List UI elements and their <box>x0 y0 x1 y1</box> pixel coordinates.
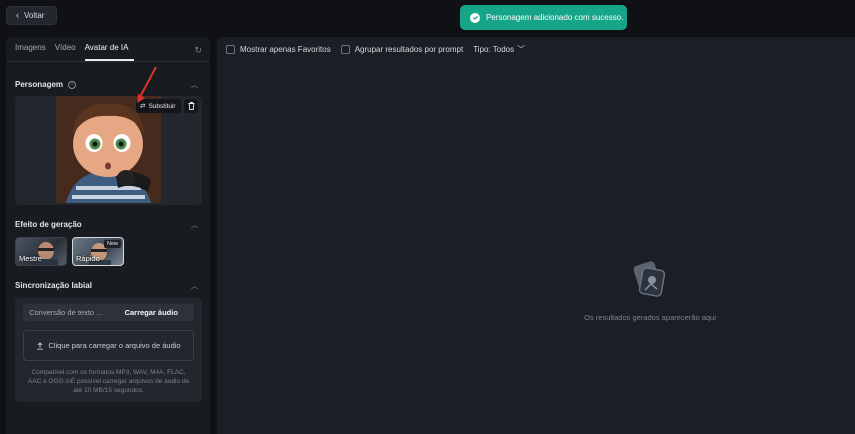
empty-results-icon <box>633 261 666 297</box>
tab-upload-audio[interactable]: Carregar áudio <box>109 304 195 321</box>
group-filter[interactable]: Agrupar resultados por prompt <box>340 45 464 54</box>
compat-text: Compatível com os formatos MP3, WAV, M4A… <box>27 369 190 394</box>
new-badge: New <box>103 240 121 248</box>
chevron-down-icon: ﹀ <box>517 45 526 54</box>
effect-title: Efeito de geração <box>15 220 82 229</box>
type-filter-dropdown[interactable]: Tipo: Todos ﹀ <box>473 44 525 55</box>
collapse-character-icon[interactable]: ︿ <box>191 80 198 90</box>
upload-label: Clique para carregar o arquivo de áudio <box>48 341 181 350</box>
character-section-title: Personagem i <box>15 80 77 89</box>
type-label: Tipo: Todos <box>473 45 515 54</box>
info-icon[interactable]: i <box>68 80 77 89</box>
trash-icon <box>188 102 194 110</box>
success-toast: Personagem adicionado com sucesso. <box>460 5 627 30</box>
lipsync-title: Sincronização labial <box>15 281 92 290</box>
character-preview: ⇄ Substituir <box>15 96 202 205</box>
reset-icon[interactable]: ↻ <box>194 45 202 56</box>
favorites-checkbox[interactable] <box>226 45 235 54</box>
toast-message: Personagem adicionado com sucesso. <box>486 13 624 22</box>
tab-video[interactable]: Vídeo <box>55 43 82 61</box>
back-button[interactable]: ‹ Voltar <box>6 6 57 25</box>
results-panel: Mostrar apenas Favoritos Agrupar resulta… <box>217 37 855 434</box>
lipsync-tabs: Conversão de texto ... Carregar áudio <box>23 304 194 321</box>
audio-upload-area[interactable]: Clique para carregar o arquivo de áudio <box>23 330 194 361</box>
delete-character-button[interactable] <box>184 99 198 113</box>
lipsync-section-title: Sincronização labial <box>15 281 92 290</box>
left-panel: Imagens Vídeo Avatar de IA ↻ Personagem … <box>6 37 210 434</box>
chevron-left-icon: ‹ <box>16 10 19 20</box>
favorites-filter[interactable]: Mostrar apenas Favoritos <box>226 45 331 54</box>
group-label: Agrupar resultados por prompt <box>354 45 464 54</box>
effect-master-label: Mestre <box>19 254 42 263</box>
effect-section-title: Efeito de geração <box>15 220 82 229</box>
collapse-effect-icon[interactable]: ︿ <box>191 220 198 230</box>
collapse-lipsync-icon[interactable]: ︿ <box>191 281 198 291</box>
empty-results-text: Os resultados gerados aparecerão aqui <box>584 313 716 322</box>
effect-options: Mestre New Rápido <box>15 237 124 266</box>
tab-ai-avatar[interactable]: Avatar de IA <box>84 43 135 61</box>
filter-bar: Mostrar apenas Favoritos Agrupar resulta… <box>226 44 525 55</box>
tab-text-to-speech[interactable]: Conversão de texto ... <box>23 304 109 321</box>
character-title: Personagem <box>15 80 64 89</box>
effect-master[interactable]: Mestre <box>15 237 67 266</box>
lipsync-box: Conversão de texto ... Carregar áudio Cl… <box>15 298 202 402</box>
upload-icon <box>37 341 44 350</box>
effect-fast-label: Rápido <box>76 254 100 263</box>
effect-fast[interactable]: New Rápido <box>72 237 124 266</box>
back-label: Voltar <box>24 11 45 20</box>
mode-tabs: Imagens Vídeo Avatar de IA ↻ <box>6 37 210 62</box>
group-checkbox[interactable] <box>340 45 350 54</box>
favorites-label: Mostrar apenas Favoritos <box>240 45 331 54</box>
check-circle-icon <box>470 12 480 23</box>
annotation-arrow <box>137 66 157 103</box>
tab-images[interactable]: Imagens <box>15 43 52 61</box>
